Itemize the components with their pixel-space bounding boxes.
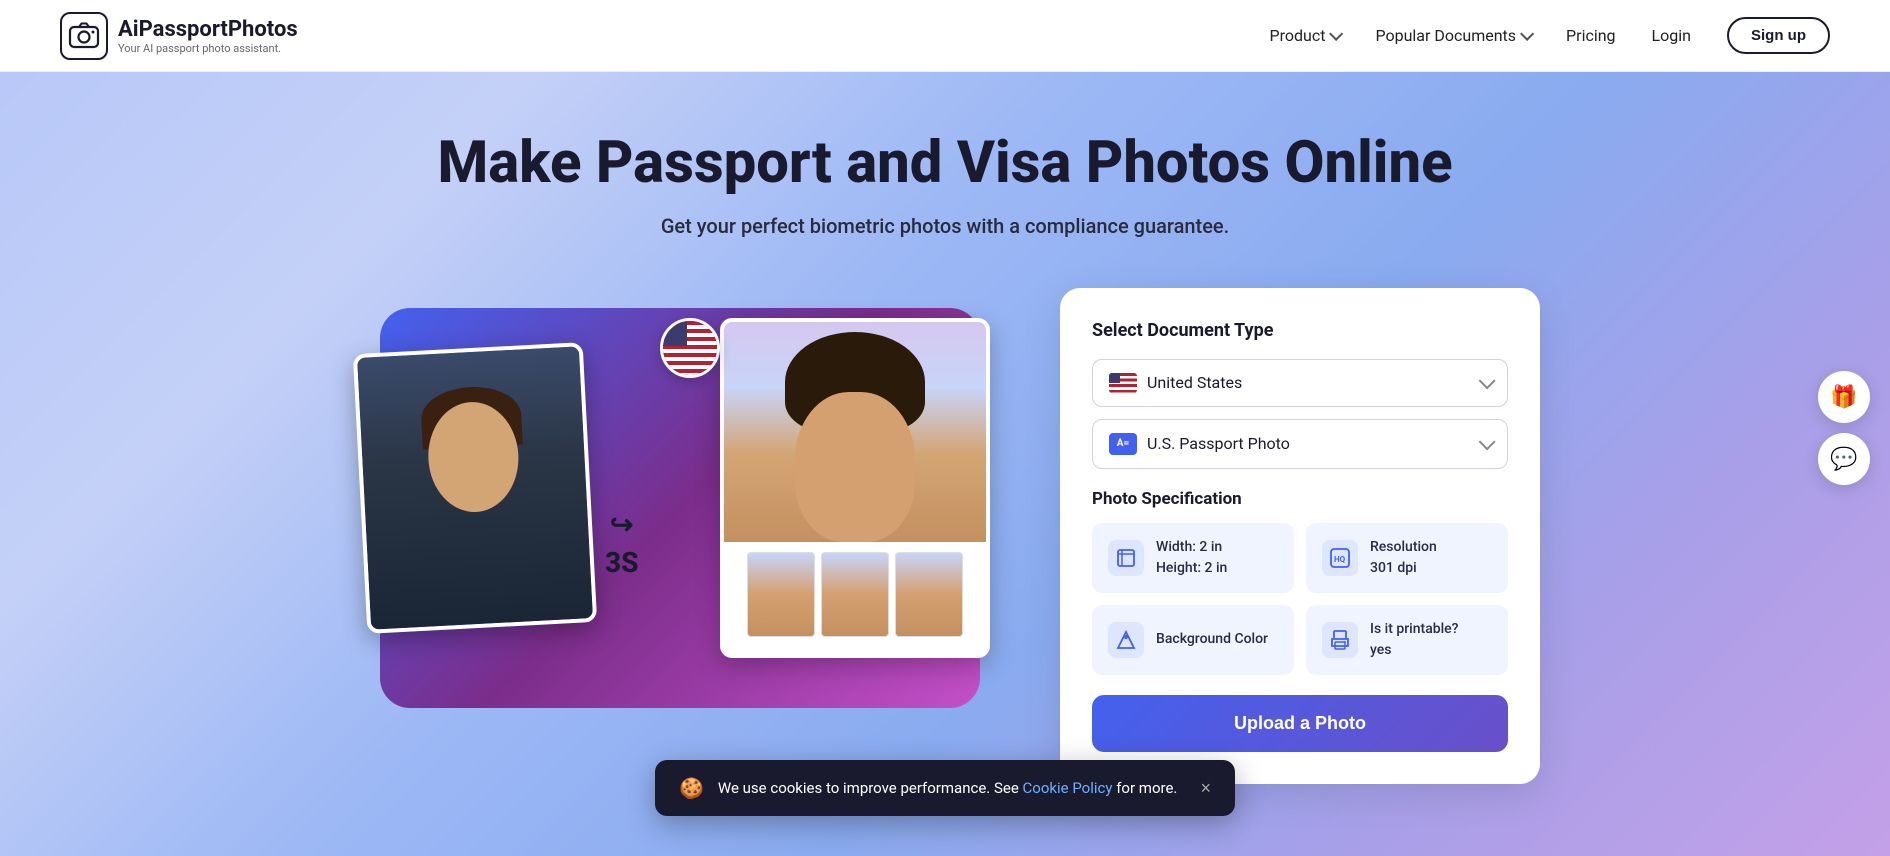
spec-title: Photo Specification xyxy=(1092,489,1508,509)
cookie-icon: 🍪 xyxy=(679,776,704,800)
doc-select-left: A= U.S. Passport Photo xyxy=(1109,433,1290,455)
country-dropdown[interactable]: United States xyxy=(1092,359,1508,407)
gift-button[interactable]: 🎁 xyxy=(1818,371,1870,423)
hero-illustration: ↪ 3S xyxy=(350,288,1000,708)
us-flag xyxy=(663,321,717,375)
panel-title: Select Document Type xyxy=(1092,320,1508,341)
thumbnail-1 xyxy=(747,552,815,637)
logo-text: AiPassportPhotos Your AI passport photo … xyxy=(118,17,298,55)
document-type-icon: A= xyxy=(1109,433,1137,455)
after-main-photo xyxy=(724,322,986,542)
logo-icon xyxy=(60,12,108,60)
spec-background-text: Background Color xyxy=(1156,629,1268,650)
svg-text:HQ: HQ xyxy=(1334,555,1346,564)
us-flag-circle xyxy=(660,318,720,378)
nav: Product Popular Documents Pricing Login … xyxy=(1270,17,1830,54)
after-face xyxy=(795,392,915,542)
country-select-left: United States xyxy=(1109,373,1242,393)
country-flag-icon xyxy=(1109,373,1137,393)
photo-before xyxy=(353,342,597,634)
cookie-close-button[interactable]: × xyxy=(1200,778,1211,799)
upload-btn-container: Upload a Photo xyxy=(1092,695,1508,752)
thumbnail-2 xyxy=(821,552,889,637)
document-panel: Select Document Type United States xyxy=(1060,288,1540,784)
hero-title: Make Passport and Visa Photos Online xyxy=(437,132,1452,196)
spec-grid: Width: 2 inHeight: 2 in HQ Resolution301… xyxy=(1092,523,1508,675)
chat-button[interactable]: 💬 xyxy=(1818,433,1870,485)
spec-resolution-text: Resolution301 dpi xyxy=(1370,537,1437,579)
size-icon xyxy=(1108,540,1144,576)
country-value: United States xyxy=(1147,373,1242,392)
header: AiPassportPhotos Your AI passport photo … xyxy=(0,0,1890,72)
after-thumbnails xyxy=(737,542,973,647)
spec-size-text: Width: 2 inHeight: 2 in xyxy=(1156,537,1227,579)
spec-card-resolution: HQ Resolution301 dpi xyxy=(1306,523,1508,593)
us-flag-canton xyxy=(663,321,687,346)
arrow-3s: ↪ 3S xyxy=(605,508,639,579)
cookie-text: We use cookies to improve performance. S… xyxy=(718,779,1177,797)
spec-card-printable: Is it printable?yes xyxy=(1306,605,1508,675)
spec-card-background: Background Color xyxy=(1092,605,1294,675)
spec-card-size: Width: 2 inHeight: 2 in xyxy=(1092,523,1294,593)
thumbnail-3 xyxy=(895,552,963,637)
cookie-policy-link[interactable]: Cookie Policy xyxy=(1023,779,1113,797)
chevron-down-icon xyxy=(1520,26,1534,40)
chevron-down-icon xyxy=(1479,372,1496,389)
logo-area[interactable]: AiPassportPhotos Your AI passport photo … xyxy=(60,12,298,60)
hero-content: ↪ 3S xyxy=(145,288,1745,784)
camera-icon xyxy=(68,20,100,52)
logo-subtitle: Your AI passport photo assistant. xyxy=(118,42,298,55)
chevron-down-icon xyxy=(1479,433,1496,450)
chevron-down-icon xyxy=(1330,26,1344,40)
hero-section: Make Passport and Visa Photos Online Get… xyxy=(0,72,1890,856)
resolution-icon: HQ xyxy=(1322,540,1358,576)
signup-button[interactable]: Sign up xyxy=(1727,17,1830,54)
document-type-dropdown[interactable]: A= U.S. Passport Photo xyxy=(1092,419,1508,469)
nav-login[interactable]: Login xyxy=(1652,26,1691,45)
spec-printable-text: Is it printable?yes xyxy=(1370,619,1459,661)
time-label: 3S xyxy=(605,546,639,579)
logo-title: AiPassportPhotos xyxy=(118,17,298,42)
upload-button[interactable]: Upload a Photo xyxy=(1092,695,1508,752)
photo-after xyxy=(720,318,990,658)
arrow-icon: ↪ xyxy=(610,508,633,541)
nav-popular-docs[interactable]: Popular Documents xyxy=(1375,26,1530,45)
nav-product[interactable]: Product xyxy=(1270,26,1340,45)
nav-pricing[interactable]: Pricing xyxy=(1566,26,1616,45)
hero-subtitle: Get your perfect biometric photos with a… xyxy=(661,214,1229,238)
printable-icon xyxy=(1322,622,1358,658)
background-icon xyxy=(1108,622,1144,658)
face-silhouette xyxy=(357,346,593,629)
cookie-banner: 🍪 We use cookies to improve performance.… xyxy=(655,760,1235,816)
document-value: U.S. Passport Photo xyxy=(1147,434,1290,453)
float-buttons: 🎁 💬 xyxy=(1818,371,1870,485)
